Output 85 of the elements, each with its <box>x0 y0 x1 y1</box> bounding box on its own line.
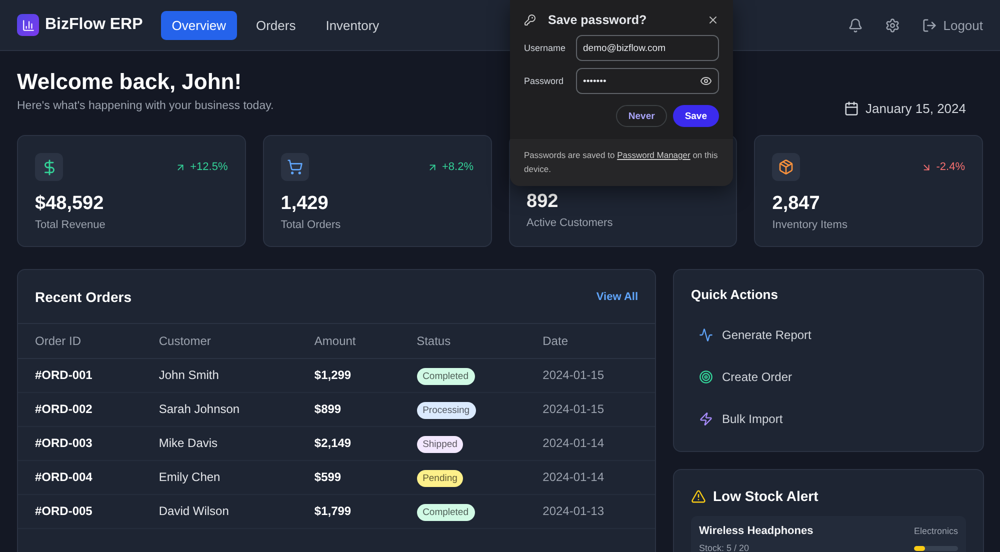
arrow-up-right-icon <box>427 162 438 172</box>
stat-change: +12.5% <box>175 161 228 173</box>
quick-action[interactable]: Bulk Import <box>691 398 966 440</box>
table-cell: $1,799 <box>297 494 400 528</box>
stat-value: 892 <box>526 191 560 213</box>
pulse-icon <box>699 328 713 342</box>
notifications-button[interactable] <box>848 18 864 32</box>
table-cell: #ORD-003 <box>18 426 142 460</box>
save-button[interactable]: Save <box>672 105 719 127</box>
field-label: Username <box>524 43 567 53</box>
welcome-title: Welcome back, John! <box>17 69 243 95</box>
table-cell: Emily Chen <box>142 460 298 494</box>
item-name: Wireless Headphones <box>699 525 814 537</box>
table-cell: 2024-01-14 <box>526 460 655 494</box>
table-cell: 2024-01-15 <box>526 392 655 426</box>
column-header: Status <box>400 324 526 358</box>
panel-title: Quick Actions <box>691 287 779 302</box>
lightning-icon <box>699 412 713 426</box>
panel-title: Recent Orders <box>35 288 132 304</box>
box-icon <box>778 159 794 175</box>
status-badge: Shipped <box>416 436 464 453</box>
never-button[interactable]: Never <box>616 105 667 127</box>
table-cell: Sarah Johnson <box>142 392 298 426</box>
table-cell: #ORD-002 <box>18 392 142 426</box>
key-icon <box>524 14 536 26</box>
table-cell: $1,299 <box>297 358 400 392</box>
quick-action[interactable]: Create Order <box>691 356 966 398</box>
cart-icon <box>286 159 303 175</box>
quick-action[interactable]: Generate Report <box>691 314 966 356</box>
popup-title: Save password? <box>548 13 648 27</box>
status-badge: Processing <box>416 402 476 419</box>
settings-button[interactable] <box>885 18 900 32</box>
stat-label: Active Customers <box>526 217 614 229</box>
status-badge: Completed <box>416 504 475 521</box>
warning-icon <box>691 488 706 504</box>
stock-count: Stock: 5 / 20 <box>699 543 750 552</box>
show-password-button[interactable] <box>700 75 712 87</box>
target-icon <box>699 370 713 384</box>
password-manager-link[interactable]: Password Manager <box>617 150 690 160</box>
stat-label: Total Revenue <box>35 219 106 231</box>
column-header: Order ID <box>18 324 142 358</box>
nav-tab[interactable]: Inventory <box>314 10 390 40</box>
panel-title: Low Stock Alert <box>713 488 818 504</box>
welcome-subtitle: Here's what's happening with your business today. <box>17 100 274 112</box>
view-all-link[interactable]: View All <box>596 290 638 302</box>
stat-change: +8.2% <box>427 161 474 173</box>
arrow-up-right-icon <box>175 162 186 172</box>
table-cell: John Smith <box>142 358 298 392</box>
status-badge: Completed <box>416 368 475 385</box>
stat-label: Total Orders <box>280 219 342 231</box>
table-cell: #ORD-005 <box>18 494 142 528</box>
table-cell: #ORD-004 <box>18 460 142 494</box>
username-field[interactable]: demo@bizflow.com <box>576 35 719 61</box>
table-cell: $899 <box>297 392 400 426</box>
column-header: Customer <box>142 324 298 358</box>
table-cell: David Wilson <box>142 494 298 528</box>
password-field[interactable]: ••••••• <box>576 68 719 94</box>
table-cell: 2024-01-13 <box>526 494 655 528</box>
status-badge: Pending <box>416 470 464 487</box>
nav-tab[interactable]: Orders <box>244 10 307 40</box>
stat-value: $48,592 <box>35 193 105 215</box>
arrow-down-right-icon <box>921 162 932 172</box>
column-header: Amount <box>297 324 400 358</box>
calendar-icon <box>844 101 859 116</box>
logout-button[interactable]: Logout <box>922 18 983 32</box>
current-date: January 15, 2024 <box>866 101 966 116</box>
table-cell: $2,149 <box>297 426 400 460</box>
item-category: Electronics <box>914 526 958 536</box>
table-cell: $599 <box>297 460 400 494</box>
table-cell: Mike Davis <box>142 426 298 460</box>
stat-value: 1,429 <box>280 193 330 215</box>
stat-change: -2.4% <box>921 161 965 173</box>
popup-note: Passwords are saved to Password Manager on this device. <box>510 139 733 186</box>
field-label: Password <box>524 76 565 86</box>
column-header: Date <box>526 324 655 358</box>
stat-value: 2,847 <box>772 193 821 215</box>
table-cell: 2024-01-14 <box>526 426 655 460</box>
brand-name: BizFlow ERP <box>45 16 143 34</box>
logo-icon <box>17 14 39 36</box>
nav-tab[interactable]: Overview <box>160 10 237 40</box>
close-button[interactable] <box>707 14 719 26</box>
table-cell: #ORD-001 <box>18 358 142 392</box>
stat-label: Inventory Items <box>772 219 848 231</box>
table-cell: 2024-01-15 <box>526 358 655 392</box>
logout-icon <box>922 18 938 32</box>
